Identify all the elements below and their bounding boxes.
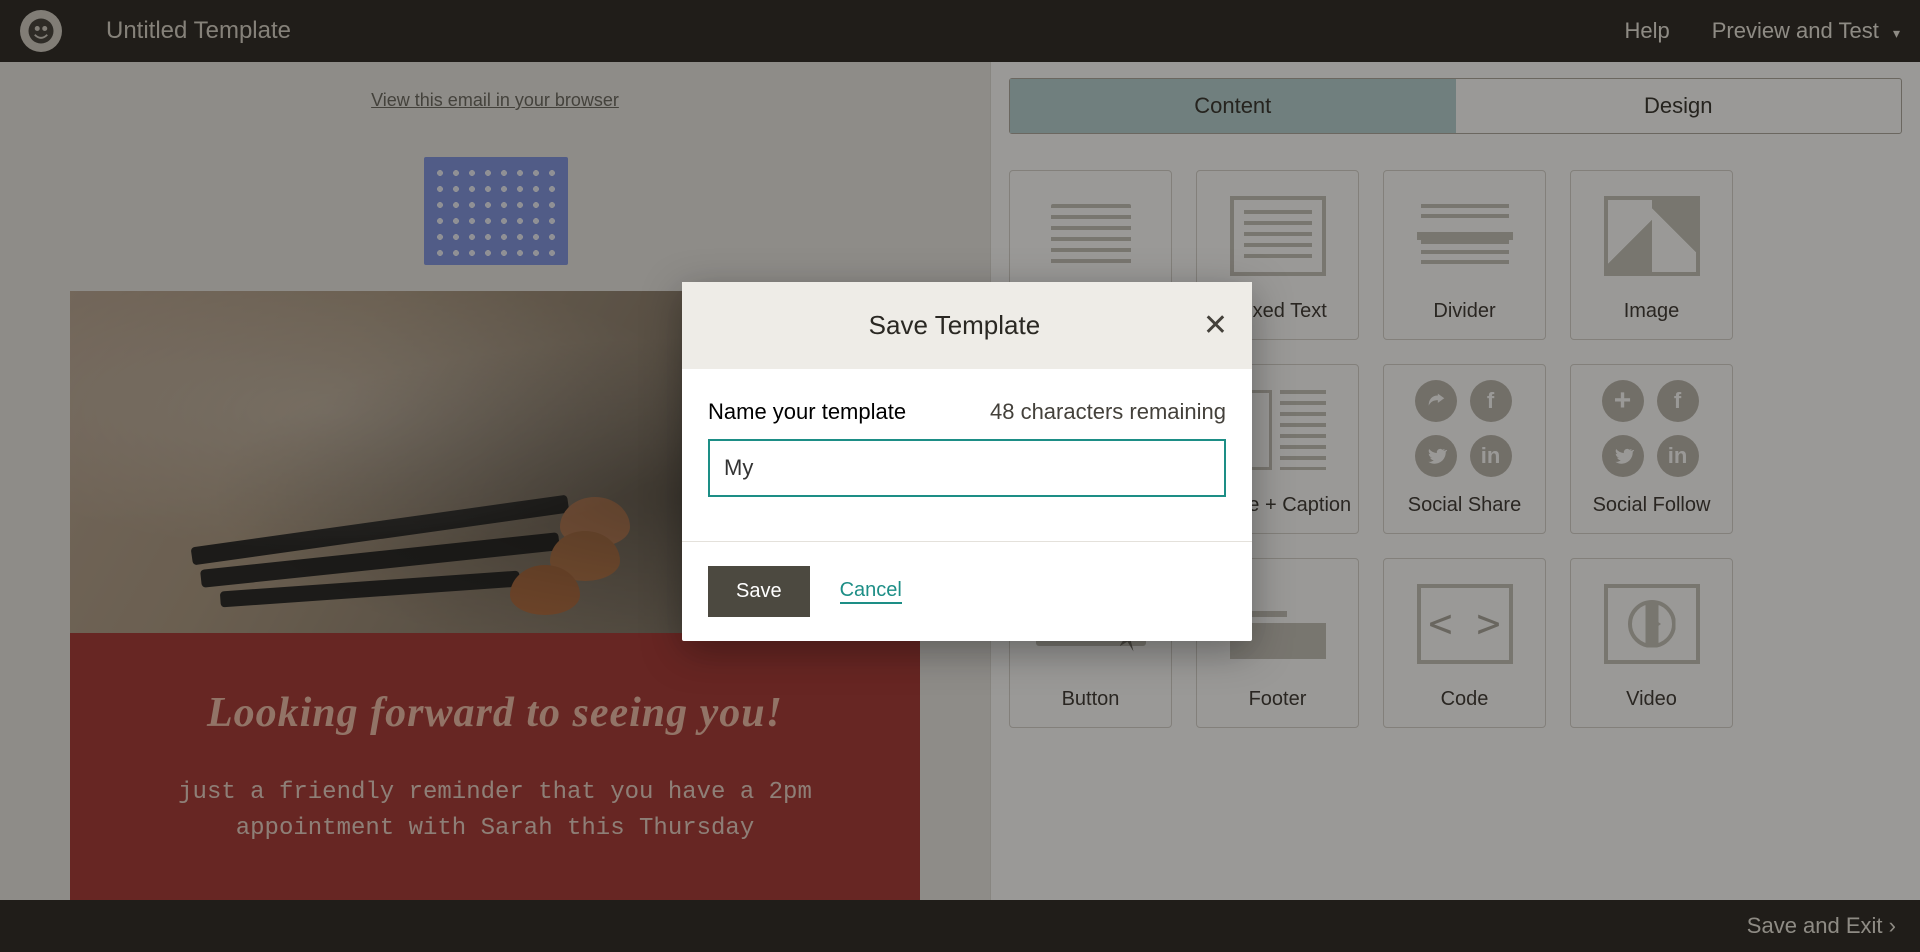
save-button[interactable]: Save <box>708 566 810 617</box>
modal-title: Save Template <box>706 310 1203 341</box>
cancel-button[interactable]: Cancel <box>840 579 902 604</box>
template-name-input[interactable] <box>708 439 1226 497</box>
name-template-label: Name your template <box>708 399 906 425</box>
chars-remaining: 48 characters remaining <box>990 399 1226 425</box>
close-icon[interactable]: ✕ <box>1203 308 1228 343</box>
save-template-modal: Save Template ✕ Name your template 48 ch… <box>682 282 1252 641</box>
